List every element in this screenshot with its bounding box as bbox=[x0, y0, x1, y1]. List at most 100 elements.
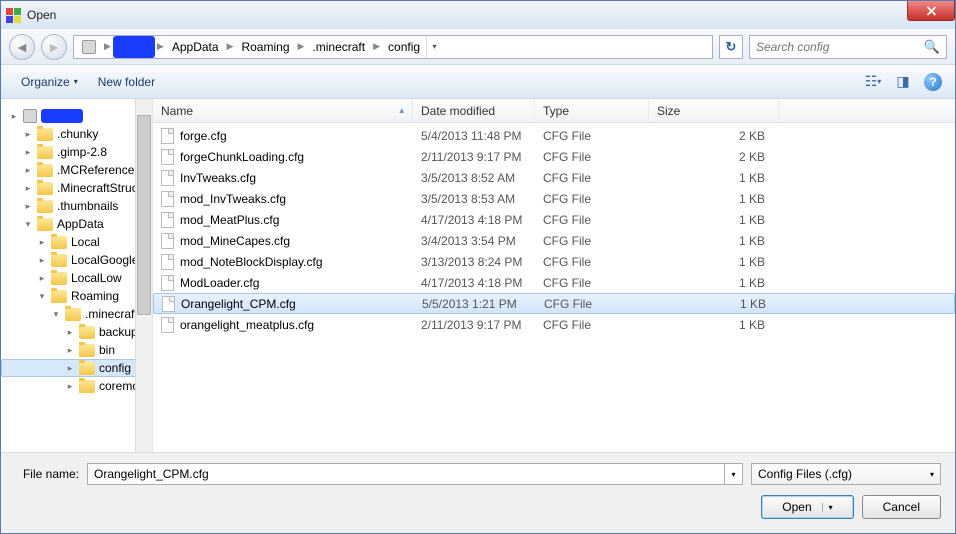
column-name[interactable]: Name▴ bbox=[153, 99, 413, 122]
expand-icon[interactable]: ▸ bbox=[65, 327, 75, 338]
expand-icon[interactable]: ▸ bbox=[23, 201, 33, 212]
cancel-button[interactable]: Cancel bbox=[862, 495, 941, 519]
tree-item[interactable]: ▸coremod bbox=[1, 377, 152, 395]
collapse-icon[interactable]: ▾ bbox=[51, 309, 61, 320]
file-list-body[interactable]: forge.cfg5/4/2013 11:48 PMCFG File2 KBfo… bbox=[153, 123, 955, 452]
column-headers: Name▴ Date modified Type Size bbox=[153, 99, 955, 123]
search-box[interactable]: 🔍 bbox=[749, 35, 947, 59]
column-date[interactable]: Date modified bbox=[413, 99, 535, 122]
file-size: 1 KB bbox=[649, 318, 779, 332]
breadcrumb-item[interactable]: AppData bbox=[166, 36, 225, 58]
tree-item[interactable]: ▸.MinecraftStruc bbox=[1, 179, 152, 197]
tree-item[interactable]: ▾.minecraft bbox=[1, 305, 152, 323]
tree-item[interactable]: ▸backups bbox=[1, 323, 152, 341]
tree-item[interactable]: ▸config bbox=[1, 359, 152, 377]
file-row[interactable]: mod_MeatPlus.cfg4/17/2013 4:18 PMCFG Fil… bbox=[153, 209, 955, 230]
tree-item[interactable]: ▸LocalLow bbox=[1, 269, 152, 287]
folder-tree[interactable]: ▸xxx▸.chunky▸.gimp-2.8▸.MCReferenceS▸.Mi… bbox=[1, 99, 153, 452]
help-button[interactable]: ? bbox=[921, 70, 945, 94]
tree-item[interactable]: ▾AppData bbox=[1, 215, 152, 233]
collapse-icon[interactable]: ▾ bbox=[37, 291, 47, 302]
file-row[interactable]: InvTweaks.cfg3/5/2013 8:52 AMCFG File1 K… bbox=[153, 167, 955, 188]
organize-button[interactable]: Organize ▾ bbox=[11, 71, 88, 93]
file-size: 1 KB bbox=[649, 234, 779, 248]
expand-icon[interactable]: ▸ bbox=[37, 237, 47, 248]
file-row[interactable]: mod_MineCapes.cfg3/4/2013 3:54 PMCFG Fil… bbox=[153, 230, 955, 251]
file-name: Orangelight_CPM.cfg bbox=[181, 297, 296, 311]
expand-icon[interactable]: ▸ bbox=[23, 183, 33, 194]
file-size: 2 KB bbox=[649, 150, 779, 164]
new-folder-button[interactable]: New folder bbox=[88, 71, 165, 93]
filename-history-dropdown[interactable]: ▾ bbox=[725, 463, 743, 485]
breadcrumb-root[interactable] bbox=[76, 36, 102, 58]
file-icon bbox=[161, 149, 174, 165]
expand-icon[interactable]: ▸ bbox=[65, 381, 75, 392]
tree-scrollbar[interactable] bbox=[135, 99, 152, 452]
file-size: 1 KB bbox=[649, 192, 779, 206]
tree-item[interactable]: ▸ .MCReferenceS bbox=[1, 161, 152, 179]
search-icon[interactable]: 🔍 bbox=[924, 39, 940, 55]
file-date: 4/17/2013 4:18 PM bbox=[413, 213, 535, 227]
open-button[interactable]: Open▾ bbox=[761, 495, 853, 519]
expand-icon[interactable]: ▸ bbox=[23, 165, 33, 176]
tree-item[interactable]: ▸.gimp-2.8 bbox=[1, 143, 152, 161]
file-row[interactable]: mod_NoteBlockDisplay.cfg3/13/2013 8:24 P… bbox=[153, 251, 955, 272]
tree-item[interactable]: ▸.chunky bbox=[1, 125, 152, 143]
file-row[interactable]: forge.cfg5/4/2013 11:48 PMCFG File2 KB bbox=[153, 125, 955, 146]
file-type-filter[interactable]: Config Files (.cfg)▾ bbox=[751, 463, 941, 485]
file-row[interactable]: Orangelight_CPM.cfg5/5/2013 1:21 PMCFG F… bbox=[153, 293, 955, 314]
breadcrumb-user-redacted[interactable]: xxx bbox=[113, 36, 155, 58]
file-date: 3/5/2013 8:52 AM bbox=[413, 171, 535, 185]
expand-icon[interactable]: ▸ bbox=[23, 129, 33, 140]
breadcrumb-item[interactable]: Roaming bbox=[235, 36, 295, 58]
refresh-button[interactable]: ↻ bbox=[719, 35, 743, 59]
file-row[interactable]: mod_InvTweaks.cfg3/5/2013 8:53 AMCFG Fil… bbox=[153, 188, 955, 209]
expand-icon[interactable]: ▸ bbox=[9, 111, 19, 122]
back-button[interactable]: ◄ bbox=[9, 34, 35, 60]
filename-input[interactable] bbox=[87, 463, 725, 485]
folder-icon bbox=[37, 218, 53, 231]
view-options-button[interactable]: ☷ ▾ bbox=[861, 70, 885, 94]
breadcrumb-item[interactable]: .minecraft bbox=[306, 36, 371, 58]
expand-icon[interactable]: ▸ bbox=[37, 255, 47, 266]
preview-pane-button[interactable]: ◨ bbox=[891, 70, 915, 94]
content-area: ▸xxx▸.chunky▸.gimp-2.8▸.MCReferenceS▸.Mi… bbox=[1, 99, 955, 452]
file-name: ModLoader.cfg bbox=[180, 276, 259, 290]
column-size[interactable]: Size bbox=[649, 99, 779, 122]
folder-icon bbox=[79, 344, 95, 357]
tree-item[interactable]: ▸bin bbox=[1, 341, 152, 359]
sort-indicator-icon: ▴ bbox=[399, 105, 404, 116]
file-icon bbox=[161, 128, 174, 144]
window-title: Open bbox=[27, 8, 56, 22]
tree-item[interactable]: ▸LocalGoogle bbox=[1, 251, 152, 269]
file-date: 3/5/2013 8:53 AM bbox=[413, 192, 535, 206]
title-bar: Open bbox=[1, 1, 955, 29]
file-row[interactable]: ModLoader.cfg4/17/2013 4:18 PMCFG File1 … bbox=[153, 272, 955, 293]
expand-icon[interactable]: ▸ bbox=[65, 363, 75, 374]
file-icon bbox=[162, 296, 175, 312]
forward-button[interactable]: ► bbox=[41, 34, 67, 60]
file-icon bbox=[161, 212, 174, 228]
open-split-dropdown[interactable]: ▾ bbox=[822, 503, 833, 512]
breadcrumb[interactable]: ▶ xxx ▶ AppData▶Roaming▶.minecraft▶confi… bbox=[73, 35, 713, 59]
search-input[interactable] bbox=[756, 40, 924, 54]
expand-icon[interactable]: ▸ bbox=[23, 147, 33, 158]
close-button[interactable] bbox=[907, 1, 955, 21]
file-size: 1 KB bbox=[649, 255, 779, 269]
file-row[interactable]: forgeChunkLoading.cfg2/11/2013 9:17 PMCF… bbox=[153, 146, 955, 167]
tree-item[interactable]: ▸xxx bbox=[1, 107, 152, 125]
expand-icon[interactable]: ▸ bbox=[65, 345, 75, 356]
tree-item[interactable]: ▸Local bbox=[1, 233, 152, 251]
tree-item-label: .MCReferenceS bbox=[57, 163, 142, 177]
file-type: CFG File bbox=[535, 213, 649, 227]
collapse-icon[interactable]: ▾ bbox=[23, 219, 33, 230]
breadcrumb-item[interactable]: config bbox=[382, 36, 426, 58]
column-type[interactable]: Type bbox=[535, 99, 649, 122]
expand-icon[interactable]: ▸ bbox=[37, 273, 47, 284]
breadcrumb-dropdown[interactable]: ▾ bbox=[426, 36, 442, 58]
file-date: 4/17/2013 4:18 PM bbox=[413, 276, 535, 290]
file-name: forgeChunkLoading.cfg bbox=[180, 150, 304, 164]
tree-item[interactable]: ▾Roaming bbox=[1, 287, 152, 305]
tree-item[interactable]: ▸.thumbnails bbox=[1, 197, 152, 215]
file-row[interactable]: orangelight_meatplus.cfg2/11/2013 9:17 P… bbox=[153, 314, 955, 335]
